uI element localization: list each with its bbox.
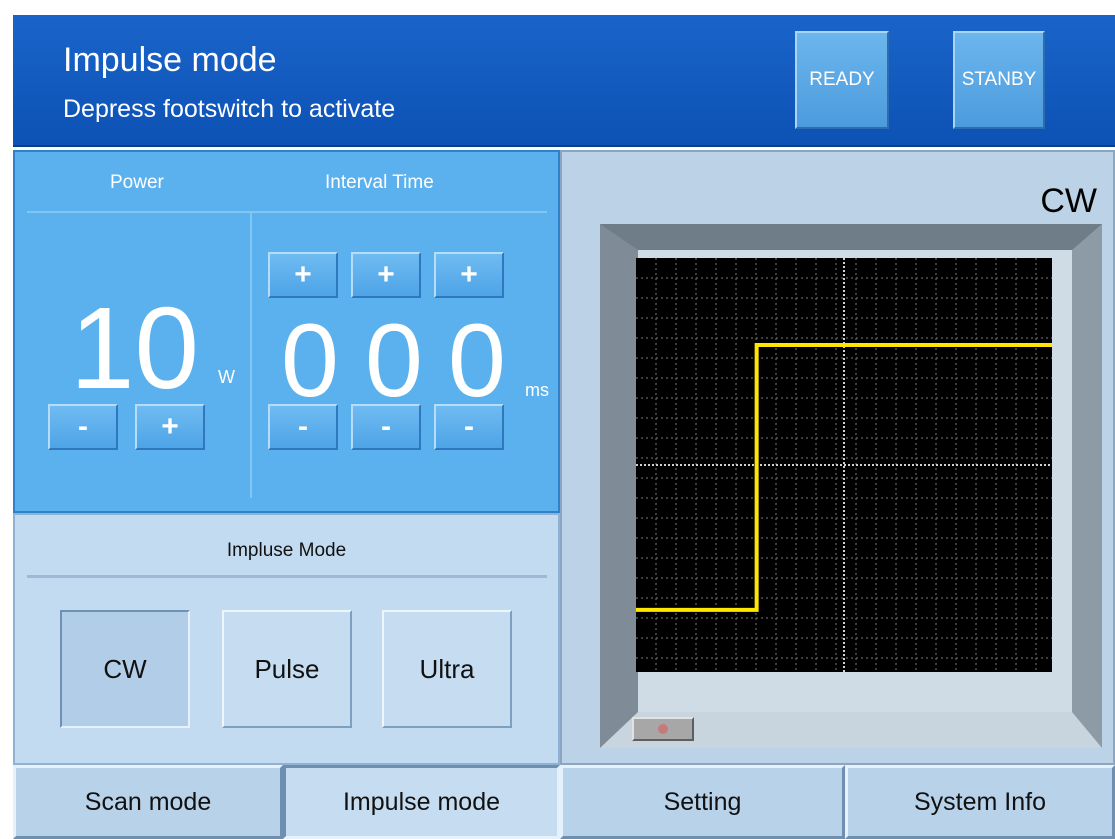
panel-divider-vertical [250,213,252,498]
nav-system-info[interactable]: System Info [845,765,1115,839]
indicator-dot [658,724,668,734]
nav-setting[interactable]: Setting [560,765,845,839]
ready-button[interactable]: READY [795,31,889,129]
panel-divider [27,211,547,213]
mode-ultra-button[interactable]: Ultra [382,610,512,728]
interval-ones-decrease-button[interactable]: - [434,404,504,450]
standby-button[interactable]: STANBY [953,31,1045,129]
app-frame: Impulse mode Depress footswitch to activ… [0,0,1115,839]
interval-hundreds-increase-button[interactable]: + [268,252,338,298]
interval-digit-ones: 0 [448,303,506,419]
interval-digit-tens: 0 [365,303,423,419]
instruction-text: Depress footswitch to activate [63,95,396,123]
scope-mode-label: CW [1040,182,1097,220]
interval-tens-increase-button[interactable]: + [351,252,421,298]
interval-unit: ms [525,380,549,400]
nav-scan-mode[interactable]: Scan mode [13,765,283,839]
page-title: Impulse mode [63,41,277,79]
scope-panel: CW [560,150,1115,765]
mode-cw-button[interactable]: CW [60,610,190,728]
power-increase-button[interactable]: + [135,404,205,450]
interval-tens-decrease-button[interactable]: - [351,404,421,450]
header-bar: Impulse mode Depress footswitch to activ… [13,15,1115,147]
mode-pulse-button[interactable]: Pulse [222,610,352,728]
power-decrease-button[interactable]: - [48,404,118,450]
interval-digit-hundreds: 0 [281,303,339,419]
interval-hundreds-decrease-button[interactable]: - [268,404,338,450]
scope-screen [636,258,1052,672]
power-unit: W [218,367,235,387]
interval-time-label: Interval Time [325,172,434,193]
impulse-mode-title: Impluse Mode [226,540,347,561]
power-label: Power [110,172,164,193]
waveform-graph [636,258,1052,672]
mode-divider [27,575,547,578]
interval-ones-increase-button[interactable]: + [434,252,504,298]
power-value: 10 [70,283,200,413]
indicator-lamp [632,717,694,741]
impulse-mode-panel: Impluse Mode CW Pulse Ultra [13,513,560,765]
nav-impulse-mode[interactable]: Impulse mode [283,765,560,839]
parameter-panel: Power Interval Time 10 W - + + + + 0 0 0… [13,150,560,513]
